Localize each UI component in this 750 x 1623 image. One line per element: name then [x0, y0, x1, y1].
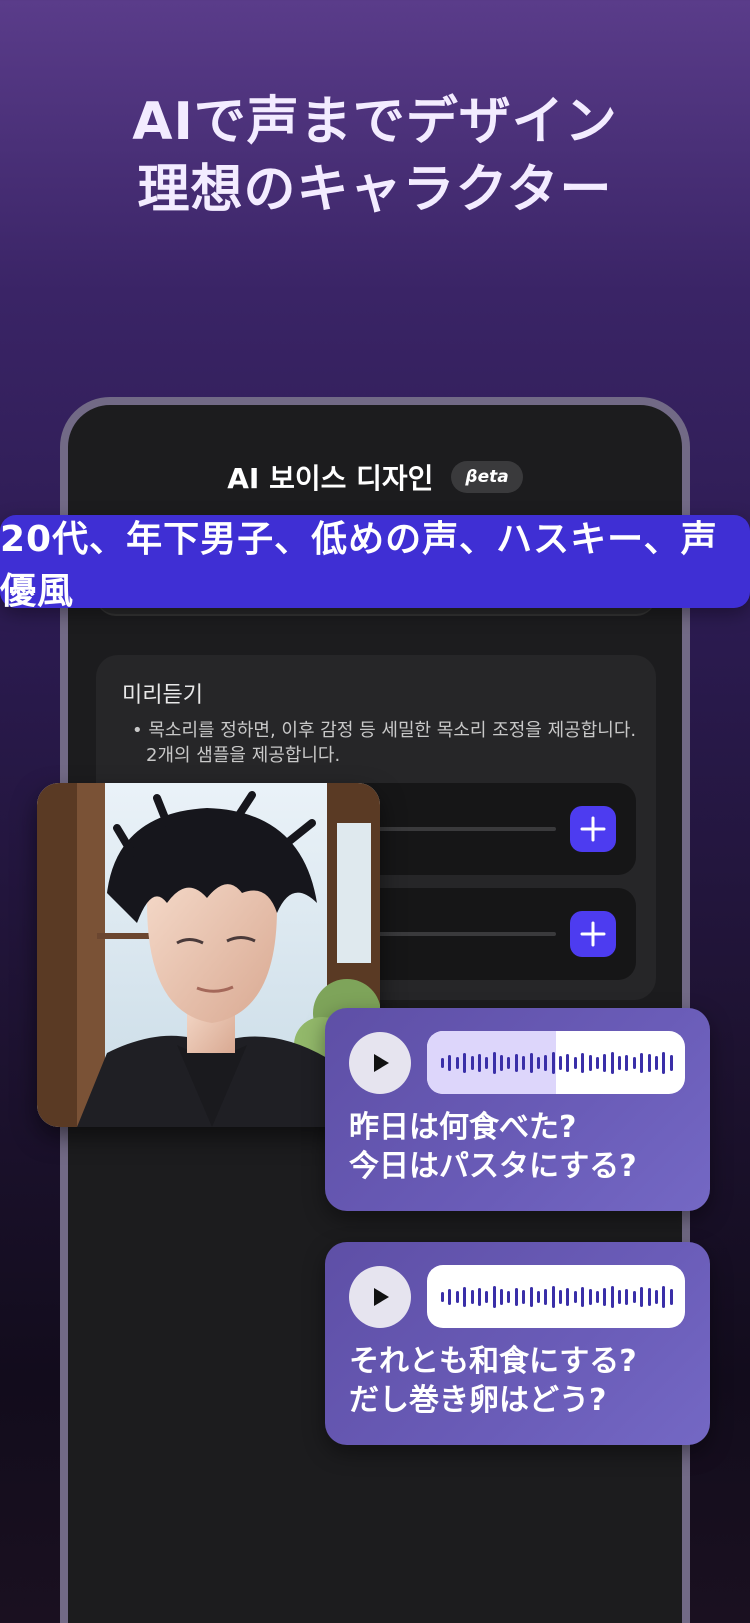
waveform-bar	[448, 1288, 452, 1305]
waveform-bar	[559, 1055, 562, 1070]
waveform-bars	[441, 1031, 673, 1094]
preview-title: 미리듣기	[122, 683, 203, 708]
waveform-bar	[603, 1287, 607, 1306]
play-icon	[374, 1054, 389, 1072]
waveform-bar	[492, 1051, 496, 1074]
add-sample-button[interactable]	[570, 806, 616, 852]
audio-waveform[interactable]	[427, 1265, 685, 1328]
play-icon	[374, 1288, 389, 1306]
waveform-bar	[647, 1053, 651, 1072]
waveform-bar	[492, 1285, 496, 1308]
headline-line-2: 理想のキャラクター	[137, 160, 613, 220]
waveform-bar	[662, 1051, 666, 1074]
waveform-bar	[625, 1288, 629, 1305]
waveform-bar	[610, 1285, 614, 1308]
waveform-bar	[647, 1287, 651, 1306]
waveform-bar	[529, 1286, 533, 1307]
sample-dialogue: 昨日は何食べた? 今日はパスタにする?	[349, 1108, 689, 1186]
waveform-bar	[522, 1055, 526, 1070]
waveform-bar	[669, 1288, 673, 1305]
waveform-bar	[566, 1053, 570, 1072]
dialogue-line-1: 昨日は何食べた?	[349, 1110, 577, 1145]
waveform-bar	[610, 1051, 614, 1074]
waveform-bar	[581, 1052, 585, 1073]
waveform-bar	[536, 1056, 540, 1069]
promo-headline: AIで声までデザイン 理想のキャラクター	[0, 88, 750, 224]
waveform-bars	[441, 1265, 673, 1328]
waveform-bar	[654, 1055, 658, 1070]
audio-waveform[interactable]	[427, 1031, 685, 1094]
waveform-bar	[551, 1285, 555, 1308]
dialogue-line-1: それとも和食にする?	[349, 1344, 637, 1379]
waveform-bar	[448, 1054, 452, 1071]
sample-track	[376, 827, 556, 831]
voice-sample-bubble: 昨日は何食べた? 今日はパスタにする?	[325, 1008, 710, 1211]
waveform-bar	[573, 1290, 577, 1303]
waveform-bar	[640, 1052, 644, 1073]
waveform-bar	[669, 1054, 673, 1071]
waveform-bar	[529, 1052, 533, 1073]
waveform-bar	[544, 1288, 548, 1305]
waveform-bar	[477, 1053, 481, 1072]
voice-sample-bubble: それとも和食にする? だし巻き卵はどう?	[325, 1242, 710, 1445]
waveform-bar	[485, 1290, 489, 1303]
beta-badge: βeta	[451, 461, 523, 493]
waveform-bar	[559, 1289, 562, 1304]
waveform-bar	[544, 1054, 548, 1071]
screen-header: AI 보이스 디자인 βeta	[68, 457, 682, 497]
waveform-bar	[507, 1056, 511, 1069]
waveform-bar	[618, 1055, 621, 1070]
waveform-bar	[618, 1289, 621, 1304]
plus-icon	[580, 816, 606, 842]
waveform-bar	[522, 1289, 526, 1304]
waveform-bar	[500, 1054, 503, 1071]
waveform-bar	[588, 1054, 592, 1071]
play-button[interactable]	[349, 1266, 411, 1328]
waveform-bar	[470, 1055, 474, 1070]
waveform-bar	[514, 1053, 518, 1072]
waveform-bar	[455, 1290, 459, 1303]
waveform-bar	[566, 1287, 570, 1306]
plus-icon	[580, 921, 606, 947]
waveform-bar	[463, 1286, 467, 1307]
waveform-bar	[588, 1288, 592, 1305]
waveform-bar	[573, 1056, 577, 1069]
waveform-bar	[640, 1286, 644, 1307]
waveform-bar	[551, 1051, 555, 1074]
dialogue-line-2: だし巻き卵はどう?	[349, 1383, 607, 1418]
waveform-bar	[441, 1291, 444, 1302]
waveform-bar	[477, 1287, 481, 1306]
waveform-bar	[603, 1053, 607, 1072]
waveform-bar	[514, 1287, 518, 1306]
waveform-bar	[662, 1285, 666, 1308]
waveform-bar	[500, 1288, 503, 1305]
waveform-bar	[536, 1290, 540, 1303]
waveform-bar	[632, 1290, 636, 1303]
waveform-bar	[441, 1057, 444, 1068]
dialogue-line-2: 今日はパスタにする?	[349, 1149, 637, 1184]
waveform-bar	[654, 1289, 658, 1304]
waveform-bar	[463, 1052, 467, 1073]
waveform-bar	[485, 1056, 489, 1069]
sample-track	[376, 932, 556, 936]
sample-dialogue: それとも和食にする? だし巻き卵はどう?	[349, 1342, 689, 1420]
waveform-bar	[595, 1056, 599, 1069]
waveform-bar	[581, 1286, 585, 1307]
waveform-bar	[632, 1056, 636, 1069]
add-sample-button[interactable]	[570, 911, 616, 957]
voice-prompt-banner: 20代、年下男子、低めの声、ハスキー、声優風	[0, 515, 750, 612]
waveform-bar	[595, 1290, 599, 1303]
play-button[interactable]	[349, 1032, 411, 1094]
waveform-bar	[507, 1290, 511, 1303]
headline-line-1: AIで声までデザイン	[132, 92, 618, 152]
preview-note: • 목소리를 정하면, 이후 감정 등 세밀한 목소리 조정을 제공합니다. 2…	[132, 720, 637, 766]
screen-title: AI 보이스 디자인	[227, 462, 434, 495]
waveform-bar	[455, 1056, 459, 1069]
waveform-bar	[625, 1054, 629, 1071]
waveform-bar	[470, 1289, 474, 1304]
